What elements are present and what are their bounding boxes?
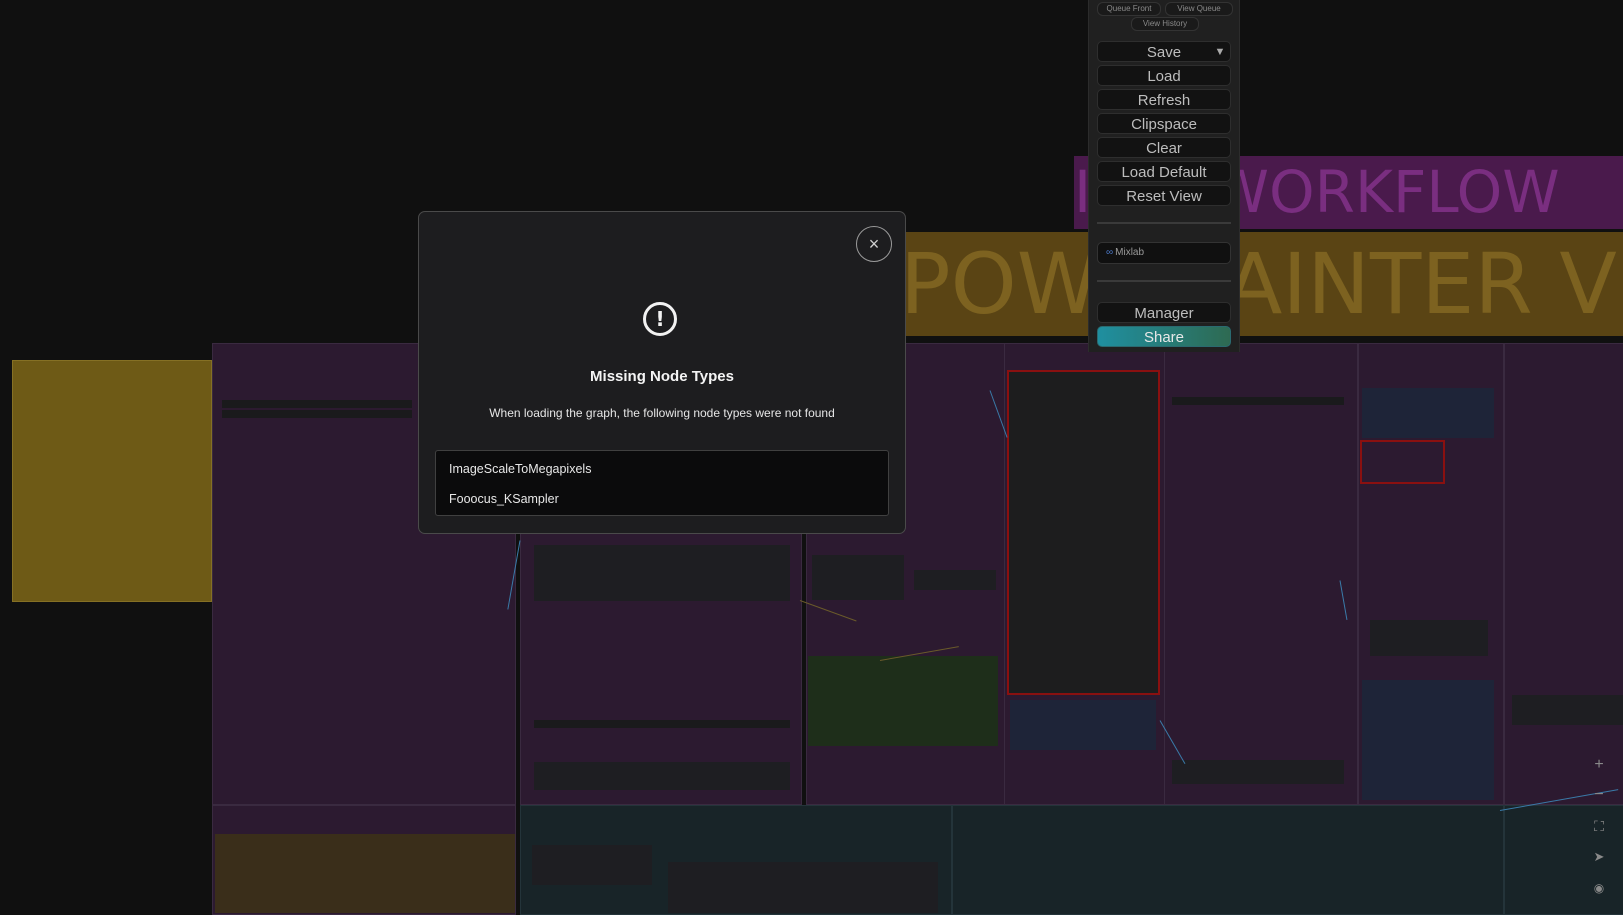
refresh-button[interactable]: Refresh [1097,89,1231,110]
node-widget [1172,397,1344,405]
mixlab-button[interactable]: ∞ Mixlab [1097,242,1231,264]
menu-divider [1097,222,1231,224]
yellow-note-node[interactable] [12,360,212,602]
node-group[interactable] [952,805,1504,915]
send-icon[interactable]: ➤ [1588,846,1610,868]
node-body [914,570,996,590]
clear-button[interactable]: Clear [1097,137,1231,158]
node-group[interactable] [1164,343,1358,805]
view-history-button[interactable]: View History [1131,17,1199,31]
selected-image-node[interactable] [1007,370,1160,695]
node-body [1172,760,1344,784]
menu-divider [1097,280,1231,282]
infinity-icon: ∞ [1106,247,1114,258]
save-button-label: Save [1146,44,1182,61]
queue-front-button[interactable]: Queue Front [1097,2,1161,16]
node-body [1010,700,1156,750]
node-body [812,555,904,600]
zoom-out-icon[interactable]: − [1588,784,1610,806]
node-body [1370,620,1488,656]
list-item: Fooocus_KSampler [449,492,559,506]
clipspace-button[interactable]: Clipspace [1097,113,1231,134]
zoom-in-icon[interactable]: + [1588,754,1610,776]
eye-icon[interactable]: ◉ [1588,877,1610,899]
node-body [534,545,790,601]
reset-view-button[interactable]: Reset View [1097,185,1231,206]
node-body [668,862,938,913]
mixlab-label: Mixlab [1115,247,1145,258]
fit-view-icon[interactable]: ⛶ [1588,815,1610,837]
node-widget [222,410,412,418]
missing-node-types-dialog: × ! Missing Node Types When loading the … [418,211,906,534]
node-body [1362,680,1494,800]
node-body [1512,695,1623,725]
load-button[interactable]: Load [1097,65,1231,86]
selected-node[interactable] [1360,440,1445,484]
workflow-banner-mid: POWE PAINTER V [900,232,1623,336]
view-queue-button[interactable]: View Queue [1165,2,1233,16]
node-widget [534,720,790,728]
green-node[interactable] [808,656,998,746]
manager-button[interactable]: Manager [1097,302,1231,323]
save-dropdown-icon[interactable]: ▼ [1210,42,1230,63]
node-group[interactable] [1504,343,1623,805]
missing-nodes-list: ImageScaleToMegapixels Fooocus_KSampler [435,450,889,516]
list-item: ImageScaleToMegapixels [449,462,592,476]
node-widget [222,400,412,408]
close-icon[interactable]: × [856,226,892,262]
dialog-title: Missing Node Types [590,368,734,385]
node-body [532,845,652,885]
node-body [1362,388,1494,438]
node-body [534,762,790,790]
save-button[interactable]: Save ▼ [1097,41,1231,62]
load-default-button[interactable]: Load Default [1097,161,1231,182]
dialog-message: When loading the graph, the following no… [489,406,835,420]
comfy-menu-panel: Queue Front View Queue View History Save… [1088,0,1240,352]
brown-node[interactable] [215,834,515,913]
share-button[interactable]: Share [1097,326,1231,347]
warning-icon: ! [643,302,677,336]
